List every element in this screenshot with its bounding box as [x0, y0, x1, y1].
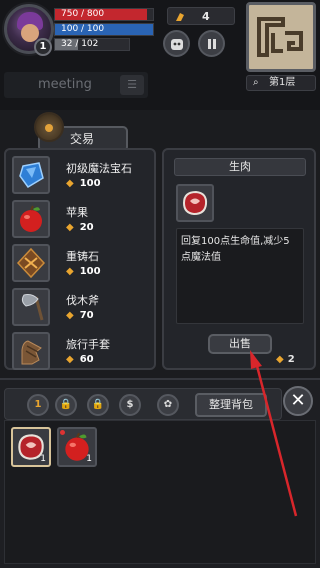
- shop-item-price: ◆ 70: [66, 310, 94, 321]
- item-detail-title: 生肉: [174, 158, 306, 176]
- shop-item-slot: [12, 332, 50, 370]
- reforge-stone-icon: [16, 247, 46, 279]
- close-icon[interactable]: ✕: [283, 386, 313, 416]
- shop-item-name: 苹果: [66, 206, 88, 219]
- lock-icon[interactable]: 🔒: [55, 394, 77, 416]
- money-bag-icon: [34, 112, 64, 142]
- pause-icon: [207, 39, 216, 49]
- price-value: 20: [79, 222, 94, 233]
- price-value: 60: [79, 354, 94, 365]
- player-level-badge: 1: [34, 38, 52, 56]
- shop-item-slot: [12, 288, 50, 326]
- trade-title-text: 交易: [70, 132, 95, 146]
- sell-button[interactable]: 出售: [208, 334, 272, 354]
- minimap[interactable]: [246, 2, 316, 72]
- item-description: 回复100点生命值,减少5点魔法值: [176, 228, 304, 324]
- inventory-slot-apple[interactable]: 1: [57, 427, 97, 467]
- shop-item-name: 伐木斧: [66, 294, 99, 307]
- price-value: 70: [79, 310, 94, 321]
- mp-text: 100 / 100: [61, 24, 105, 34]
- character-button[interactable]: [163, 30, 190, 57]
- gold-icon: [176, 13, 184, 21]
- item-detail-slot: [176, 184, 214, 222]
- top-hud: 1 750 / 800 100 / 100 32 / 102 4 ⌕ 第1层 m…: [0, 0, 320, 110]
- floor-indicator: ⌕ 第1层: [246, 75, 316, 91]
- raw-meat-icon: [182, 190, 208, 216]
- dollar-icon[interactable]: $: [119, 394, 141, 416]
- gold-icon: ◆: [66, 354, 74, 365]
- bag-page-1-tab[interactable]: 1: [27, 394, 49, 416]
- gold-icon: ◆: [66, 222, 74, 233]
- shop-item-name: 重铸石: [66, 250, 99, 263]
- inventory-slot-raw-meat[interactable]: 1: [11, 427, 51, 467]
- shop-item-price: ◆ 100: [66, 266, 101, 277]
- lock-icon[interactable]: 🔒: [87, 394, 109, 416]
- shop-item-apple[interactable]: 苹果 ◆ 20: [12, 200, 152, 238]
- item-detail-panel: 生肉 回复100点生命值,减少5点魔法值 出售 ◆ 2: [162, 148, 316, 370]
- mp-bar: 100 / 100: [54, 23, 154, 36]
- gold-counter: 4: [167, 7, 235, 25]
- hp-bar: 750 / 800: [54, 8, 154, 21]
- gold-icon: ◆: [66, 178, 74, 189]
- magnifier-icon: ⌕: [253, 77, 259, 88]
- shop-item-price: ◆ 60: [66, 354, 94, 365]
- item-count: 1: [40, 454, 46, 464]
- gem-icon: [19, 162, 44, 188]
- shop-item-reforge-stone[interactable]: 重铸石 ◆ 100: [12, 244, 152, 282]
- price-value: 100: [79, 266, 101, 277]
- shop-item-travel-gloves[interactable]: 旅行手套 ◆ 60: [12, 332, 152, 370]
- shop-item-name: 旅行手套: [66, 338, 110, 351]
- bag-toolbar: 1 🔒 🔒 $ ✿ 整理背包: [4, 388, 282, 420]
- item-count: 1: [86, 454, 92, 464]
- paw-icon[interactable]: ✿: [157, 394, 179, 416]
- sort-bag-button[interactable]: 整理背包: [195, 393, 267, 417]
- face-icon: [170, 39, 183, 50]
- gold-icon: ◆: [276, 354, 284, 365]
- xp-bar: 32 / 102: [54, 38, 130, 51]
- gold-icon: ◆: [66, 310, 74, 321]
- shop-item-name: 初级魔法宝石: [66, 162, 132, 175]
- shop-list: 初级魔法宝石 ◆ 100 苹果 ◆ 20 重铸石 ◆ 100 伐木斧 ◆ 70 …: [4, 148, 156, 370]
- shop-item-slot: [12, 156, 50, 194]
- shop-item-price: ◆ 100: [66, 178, 101, 189]
- hp-text: 750 / 800: [61, 9, 105, 19]
- xp-text: 32 / 102: [61, 39, 99, 49]
- sell-price-value: 2: [287, 354, 295, 365]
- shop-item-magic-gem[interactable]: 初级魔法宝石 ◆ 100: [12, 156, 152, 194]
- floor-label: 第1层: [269, 77, 296, 88]
- new-item-dot: [60, 430, 65, 435]
- gold-icon: ◆: [66, 266, 74, 277]
- minimap-rooms-icon: [257, 17, 303, 57]
- sell-price: ◆ 2: [276, 354, 295, 365]
- shop-item-price: ◆ 20: [66, 222, 94, 233]
- shop-item-axe[interactable]: 伐木斧 ◆ 70: [12, 288, 152, 326]
- price-value: 100: [79, 178, 101, 189]
- shop-item-slot: [12, 200, 50, 238]
- pause-button[interactable]: [198, 30, 225, 57]
- chat-list-icon[interactable]: ☰: [120, 75, 144, 95]
- axe-icon: [21, 294, 44, 321]
- gold-amount: 4: [202, 10, 210, 23]
- inventory-grid: 1 1: [4, 420, 316, 564]
- shop-item-slot: [12, 244, 50, 282]
- glove-icon: [21, 340, 42, 365]
- apple-icon: [20, 205, 42, 232]
